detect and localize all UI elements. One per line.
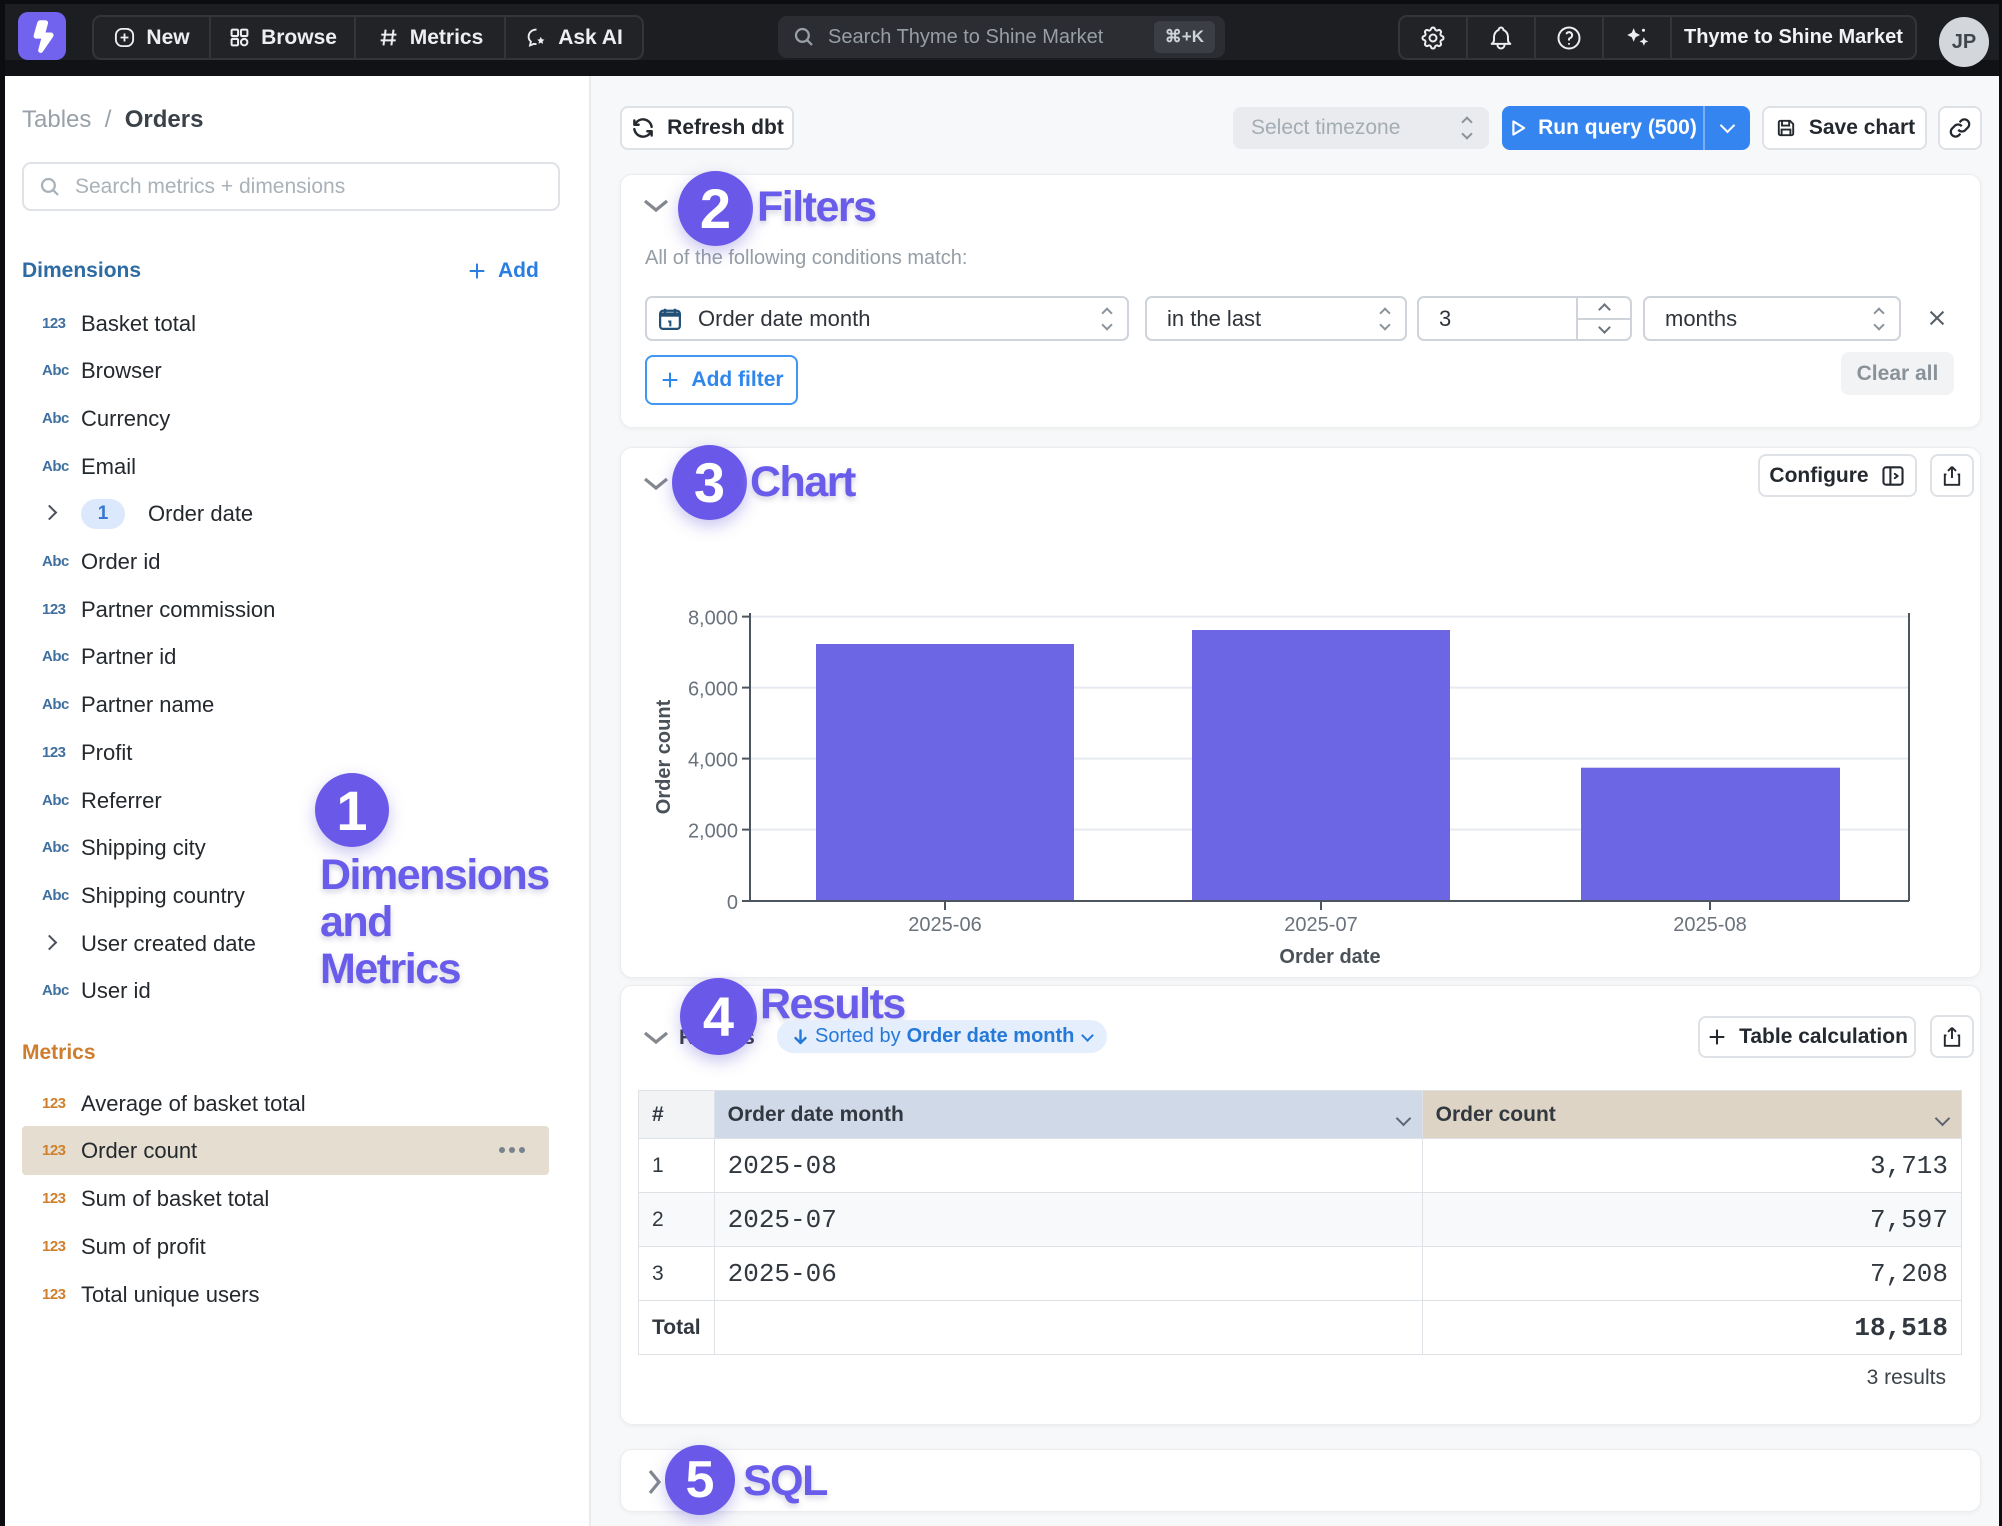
- svg-text:2,000: 2,000: [688, 821, 738, 843]
- svg-text:2025-08: 2025-08: [1673, 914, 1746, 936]
- svg-text:2025-06: 2025-06: [908, 914, 981, 936]
- svg-text:0: 0: [727, 892, 738, 914]
- svg-text:8,000: 8,000: [688, 608, 738, 630]
- svg-text:Order date: Order date: [1279, 946, 1380, 968]
- svg-text:6,000: 6,000: [688, 679, 738, 701]
- svg-text:2025-07: 2025-07: [1284, 914, 1357, 936]
- svg-text:Order count: Order count: [653, 699, 675, 814]
- svg-text:4,000: 4,000: [688, 750, 738, 772]
